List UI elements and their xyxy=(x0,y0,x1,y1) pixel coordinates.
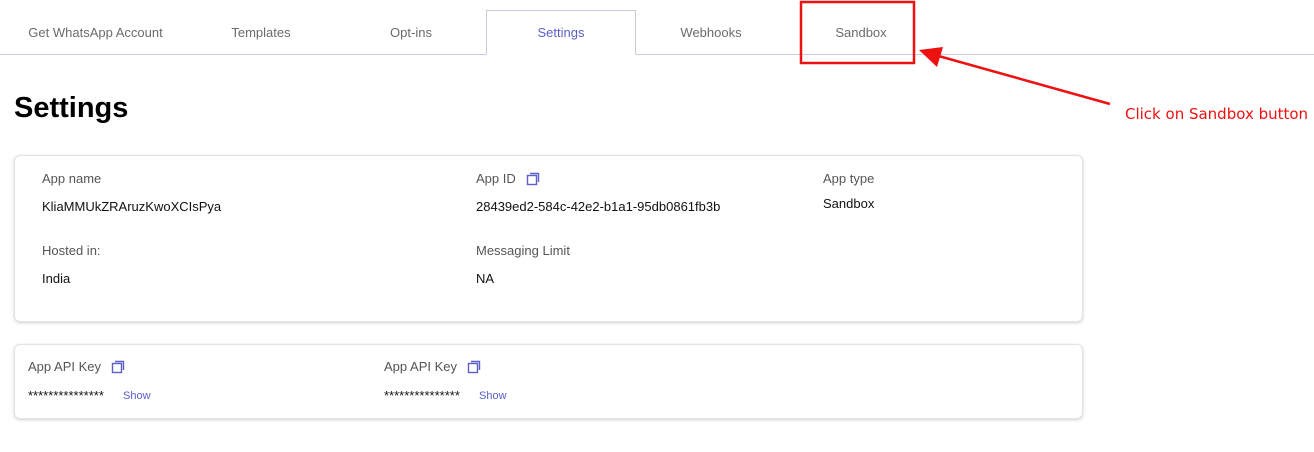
app-id-label-text: App ID xyxy=(476,171,516,186)
api-key-card: App API Key *************** Show App API… xyxy=(14,344,1083,419)
app-type-value: Sandbox xyxy=(823,196,875,211)
app-name-value: KliaMMUkZRAruzKwoXCIsPya xyxy=(42,199,222,214)
app-type-label: App type xyxy=(823,171,874,186)
api-key-label-text: App API Key xyxy=(384,359,457,374)
tab-label: Sandbox xyxy=(835,24,887,40)
hosted-in-value: India xyxy=(42,271,71,286)
tab-label: Templates xyxy=(231,24,291,40)
copy-icon[interactable] xyxy=(111,360,125,374)
copy-icon[interactable] xyxy=(526,172,540,186)
tab-sandbox[interactable]: Sandbox xyxy=(800,10,922,54)
hosted-in-label: Hosted in: xyxy=(42,243,101,258)
tab-label: Opt-ins xyxy=(390,24,432,40)
app-id-label: App ID xyxy=(476,171,540,186)
copy-icon[interactable] xyxy=(467,360,481,374)
api-key-value: *************** xyxy=(384,388,460,403)
messaging-limit-label: Messaging Limit xyxy=(476,243,570,258)
tab-webhooks[interactable]: Webhooks xyxy=(636,10,786,54)
api-key-label-text: App API Key xyxy=(28,359,101,374)
show-api-key-link[interactable]: Show xyxy=(479,390,507,402)
tab-opt-ins[interactable]: Opt-ins xyxy=(336,10,486,54)
annotation-arrow-line xyxy=(934,53,1111,106)
messaging-limit-value: NA xyxy=(476,271,495,286)
tab-templates[interactable]: Templates xyxy=(191,10,331,54)
show-api-key-link[interactable]: Show xyxy=(123,390,151,402)
api-key-label: App API Key xyxy=(28,359,125,374)
tab-bar: Get WhatsApp Account Templates Opt-ins S… xyxy=(0,0,1314,55)
api-key-value: *************** xyxy=(28,388,104,403)
tab-settings[interactable]: Settings xyxy=(486,10,636,55)
app-name-label: App name xyxy=(42,171,101,186)
app-name-label-text: App name xyxy=(42,171,102,186)
hosted-in-label-text: Hosted in: xyxy=(42,243,101,258)
app-info-card: App name KliaMMUkZRAruzKwoXCIsPya App ID… xyxy=(14,155,1083,322)
app-type-label-text: App type xyxy=(823,171,875,186)
app-id-value: 28439ed2-584c-42e2-b1a1-95db0861fb3b xyxy=(476,199,721,214)
annotation-callout: Click on Sandbox button xyxy=(1125,105,1309,123)
api-key-label: App API Key xyxy=(384,359,481,374)
tab-label: Get WhatsApp Account xyxy=(28,24,163,40)
tab-label: Webhooks xyxy=(680,24,742,40)
messaging-limit-label-text: Messaging Limit xyxy=(476,243,570,258)
page-title: Settings xyxy=(14,92,129,124)
tab-label: Settings xyxy=(537,25,585,40)
tab-get-whatsapp-account[interactable]: Get WhatsApp Account xyxy=(0,10,191,54)
